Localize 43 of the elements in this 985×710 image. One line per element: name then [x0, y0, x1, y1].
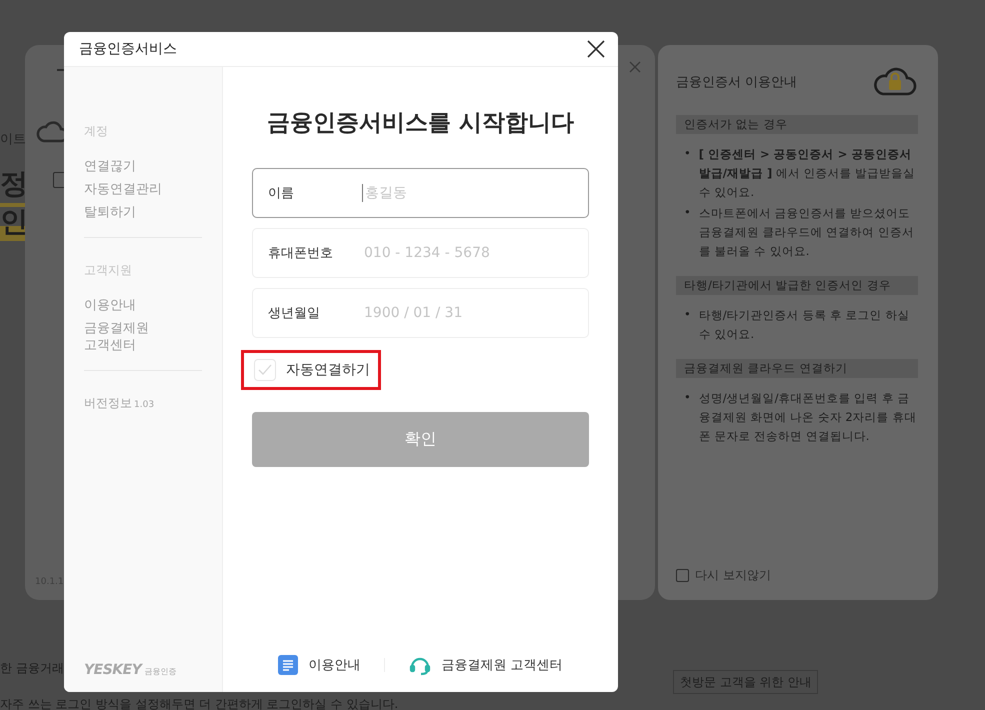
- input-field[interactable]: 생년월일 1900 / 01 / 31: [252, 288, 589, 338]
- section-heading: 타행/타기관에서 발급한 인증서인 경우: [676, 276, 918, 295]
- checkbox-label: 다시 보지않기: [695, 567, 771, 584]
- sidebar-item[interactable]: 자동연결관리: [84, 181, 202, 198]
- sidebar-item[interactable]: 금융결제원 고객센터: [84, 320, 202, 354]
- version-label: 버전정보: [84, 395, 132, 412]
- field-label: 이름: [268, 185, 295, 202]
- bullet-text: 타행/타기관인증서 등록 후 로그인 하실 수 있어요.: [698, 307, 910, 343]
- text-input[interactable]: 홍길동: [362, 184, 573, 202]
- close-button[interactable]: [586, 39, 606, 59]
- bullet-text: 성명/생년월일/휴대폰번호를 입력 후 금융결제원 화면에 나온 숫자 2자리를 휴대폰 문자로 전송하면 연결됩니다.: [698, 390, 918, 445]
- window-title: 금융인증서비스: [79, 40, 177, 58]
- close-icon: [587, 40, 605, 58]
- document-icon: [278, 655, 298, 675]
- sidebar-item[interactable]: 탈퇴하기: [84, 204, 202, 221]
- field-label: 휴대폰번호: [268, 245, 334, 262]
- section-heading: 인증서가 없는 경우: [676, 115, 918, 134]
- checkbox-label: 자동연결하기: [286, 361, 370, 379]
- sidebar-item[interactable]: 연결끊기: [84, 158, 202, 175]
- footer-link[interactable]: 금융결제원 고객센터: [409, 654, 563, 676]
- field-label: 생년월일: [268, 305, 321, 322]
- bullet-text: 스마트폰에서 금융인증서를 받으셨어도 금융결제원 클라우드에 연결하여 인증서를 불러올 수 있어요.: [698, 205, 915, 260]
- footer-link[interactable]: 이용안내: [278, 655, 360, 675]
- logo-subtitle: 금융인증: [144, 666, 176, 677]
- checkbox[interactable]: [676, 569, 689, 582]
- sidebar-item[interactable]: 이용안내: [84, 297, 202, 314]
- bullet-marker: •: [684, 306, 691, 323]
- bullet-text: [ 인증센터 > 공동인증서 > 공동인증서 발급/재발급 ] 에서 인증서를 발급받을실 수 있어요.: [698, 146, 916, 201]
- input-field[interactable]: 휴대폰번호 010 - 1234 - 5678: [252, 228, 589, 278]
- close-icon: [629, 61, 641, 73]
- input-field[interactable]: 이름 홍길동: [252, 168, 589, 218]
- section-heading: 금융결제원 클라우드 연결하기: [676, 359, 918, 378]
- bullet-marker: •: [684, 204, 691, 221]
- version-number: 1.03: [134, 400, 154, 410]
- check-icon: [258, 364, 272, 376]
- text-input[interactable]: 010 - 1234 - 5678: [362, 244, 573, 262]
- logo-text: YESKEY: [84, 662, 142, 678]
- text-input[interactable]: 1900 / 01 / 31: [362, 304, 573, 322]
- cloud-lock-icon: [872, 67, 918, 97]
- bullet-marker: •: [684, 389, 691, 406]
- page-heading: 금융인증서비스를 시작합니다: [266, 109, 575, 138]
- bullet-marker: •: [684, 145, 691, 162]
- panel-title: 금융인증서 이용안내: [676, 74, 798, 91]
